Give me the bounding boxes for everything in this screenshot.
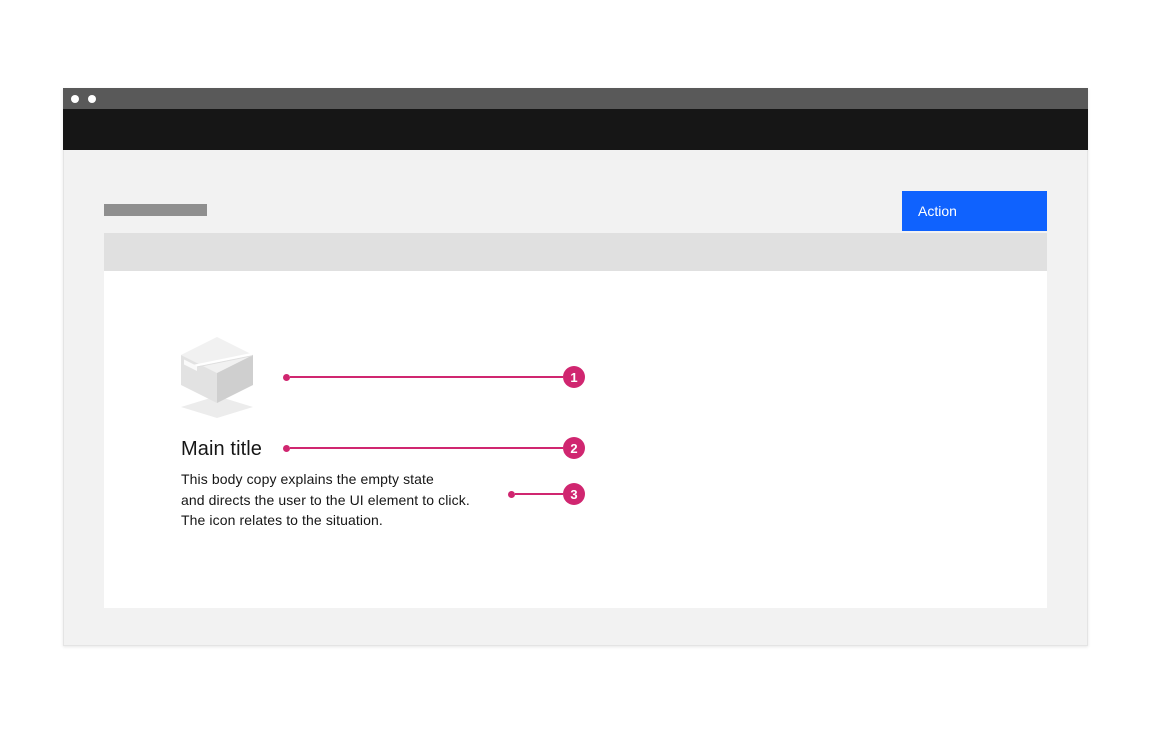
app-navbar (63, 109, 1088, 150)
empty-state-body-line: This body copy explains the empty state (181, 469, 1047, 490)
action-button[interactable]: Action (902, 191, 1047, 231)
table-header-row (104, 233, 1047, 271)
empty-state-body: This body copy explains the empty state … (181, 469, 1047, 531)
empty-state-panel: Main title This body copy explains the e… (104, 271, 1047, 608)
app-canvas: Action Main title This body copy explain… (63, 150, 1088, 646)
empty-state-body-line: The icon relates to the situation. (181, 510, 1047, 531)
window-dot-icon (71, 95, 79, 103)
skeleton-text-bar (104, 204, 207, 216)
package-box-icon (181, 337, 253, 419)
window-dot-icon (88, 95, 96, 103)
browser-titlebar (63, 88, 1088, 109)
browser-window: Action Main title This body copy explain… (63, 88, 1088, 646)
empty-state-title: Main title (181, 438, 1047, 461)
empty-state-body-line: and directs the user to the UI element t… (181, 490, 1047, 511)
